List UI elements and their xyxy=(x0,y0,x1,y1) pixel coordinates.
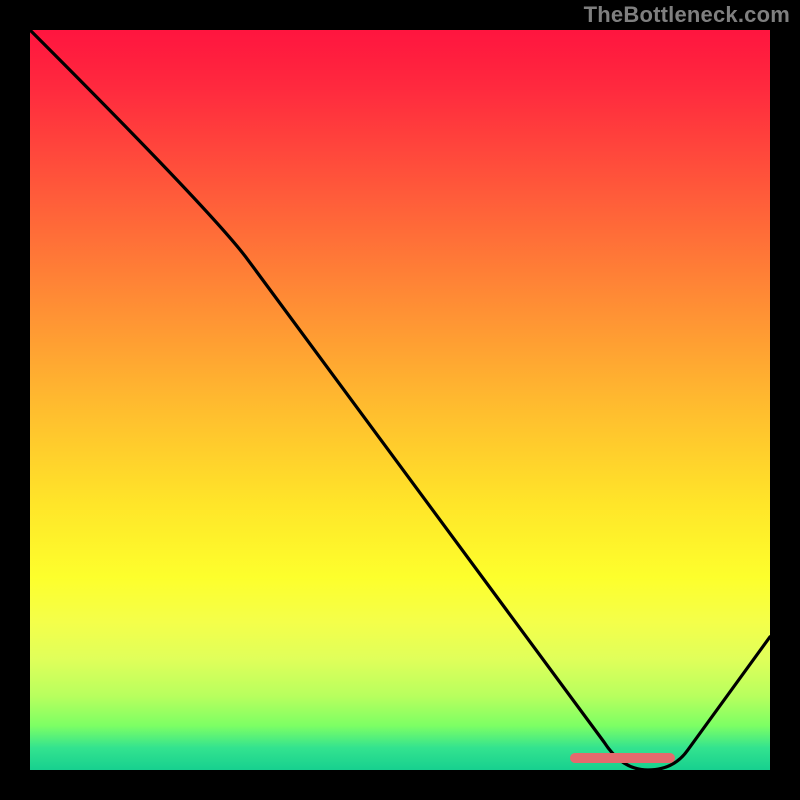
bottleneck-curve xyxy=(30,30,770,770)
chart-canvas: TheBottleneck.com xyxy=(0,0,800,800)
watermark-text: TheBottleneck.com xyxy=(584,2,790,28)
curve-path xyxy=(30,30,770,770)
optimal-range-marker xyxy=(570,753,675,763)
plot-area xyxy=(30,30,770,770)
